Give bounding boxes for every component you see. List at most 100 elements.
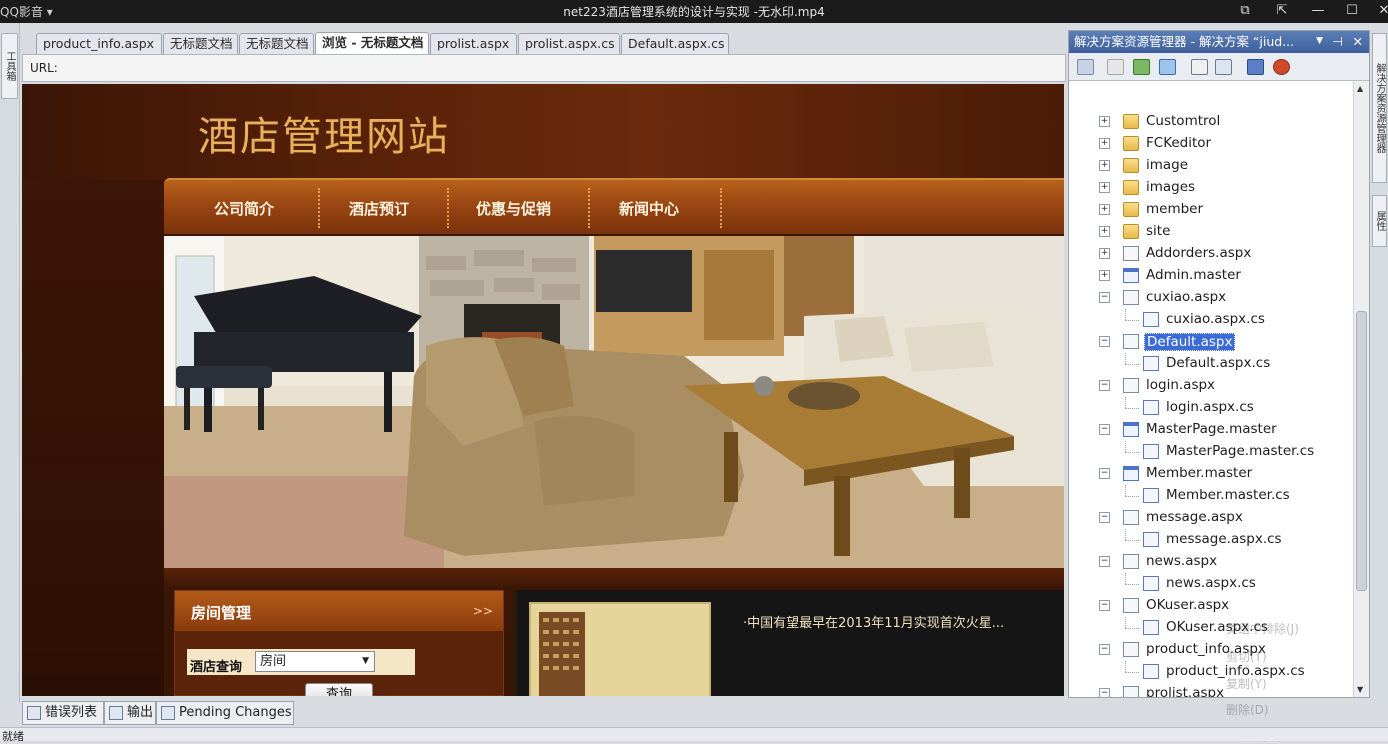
tree-folder[interactable]: + Customtrol bbox=[1069, 111, 1353, 133]
expand-icon[interactable]: + bbox=[1099, 270, 1110, 281]
news-headline[interactable]: ·中国有望最早在2013年11月实现首次火星... bbox=[743, 612, 1004, 631]
expand-icon[interactable]: + bbox=[1099, 204, 1110, 215]
pin-icon[interactable]: ⊣ bbox=[1332, 31, 1343, 52]
tab-product-info[interactable]: product_info.aspx bbox=[36, 33, 162, 54]
nav-promotions[interactable]: 优惠与促销 bbox=[476, 198, 551, 219]
collapse-icon[interactable]: − bbox=[1099, 336, 1110, 347]
tree-file[interactable]: cuxiao.aspx.cs bbox=[1069, 309, 1353, 331]
expand-icon[interactable]: + bbox=[1099, 138, 1110, 149]
tab-output[interactable]: 输出 bbox=[104, 701, 156, 725]
scroll-up-icon[interactable]: ▲ bbox=[1357, 84, 1363, 93]
nav-about[interactable]: 公司简介 bbox=[214, 198, 274, 219]
view-designer-icon[interactable] bbox=[1215, 59, 1232, 75]
tree-file[interactable]: Member.master.cs bbox=[1069, 485, 1353, 507]
toolbox-tab[interactable]: 工具箱 bbox=[1, 33, 18, 99]
more-link[interactable]: >> bbox=[473, 604, 493, 618]
copy-website-icon[interactable] bbox=[1247, 59, 1264, 75]
tree-file[interactable]: − Default.aspx bbox=[1069, 331, 1353, 353]
cs-file-icon bbox=[1143, 400, 1159, 415]
tab-prolist-cs[interactable]: prolist.aspx.cs bbox=[518, 33, 620, 54]
url-bar[interactable]: URL: bbox=[22, 54, 1066, 82]
tree-folder[interactable]: + images bbox=[1069, 177, 1353, 199]
tab-browse-untitled[interactable]: 浏览 - 无标题文档 bbox=[315, 32, 429, 54]
tree-file[interactable]: + Addorders.aspx bbox=[1069, 243, 1353, 265]
view-code-icon[interactable] bbox=[1191, 59, 1208, 75]
tree-file[interactable]: login.aspx.cs bbox=[1069, 397, 1353, 419]
room-type-select[interactable]: 房间 ▼ bbox=[255, 651, 375, 672]
error-list-icon bbox=[27, 706, 41, 720]
properties-icon[interactable] bbox=[1077, 59, 1094, 75]
collapse-icon[interactable]: − bbox=[1099, 644, 1110, 655]
tree-line bbox=[1125, 529, 1126, 540]
tree-file[interactable]: + Admin.master bbox=[1069, 265, 1353, 287]
tree-line bbox=[1125, 573, 1126, 584]
expand-icon[interactable]: + bbox=[1099, 182, 1110, 193]
tab-pending-changes[interactable]: Pending Changes bbox=[156, 701, 294, 725]
nest-files-icon[interactable] bbox=[1159, 59, 1176, 75]
tree-file[interactable]: − news.aspx bbox=[1069, 551, 1353, 573]
tree-file[interactable]: − login.aspx bbox=[1069, 375, 1353, 397]
bottom-tool-tabs: 错误列表 输出 Pending Changes bbox=[22, 700, 1066, 726]
tree-item-label: image bbox=[1146, 157, 1189, 173]
close-icon[interactable]: ✕ bbox=[1353, 31, 1363, 52]
collapse-icon[interactable]: − bbox=[1099, 556, 1110, 567]
tree-folder[interactable]: + site bbox=[1069, 221, 1353, 243]
collapse-icon[interactable]: − bbox=[1099, 600, 1110, 611]
aspx-page-icon bbox=[1123, 334, 1139, 349]
tree-line bbox=[1125, 617, 1126, 628]
tree-file[interactable]: news.aspx.cs bbox=[1069, 573, 1353, 595]
close-icon[interactable]: ✕ bbox=[1374, 1, 1388, 21]
collapse-icon[interactable]: − bbox=[1099, 380, 1110, 391]
nav-booking[interactable]: 酒店预订 bbox=[349, 198, 409, 219]
maximize-icon[interactable]: ☐ bbox=[1342, 1, 1362, 21]
tab-untitled-1[interactable]: 无标题文档 bbox=[163, 33, 238, 54]
tab-prolist[interactable]: prolist.aspx bbox=[430, 33, 517, 54]
tree-file[interactable]: − message.aspx bbox=[1069, 507, 1353, 529]
expand-icon[interactable]: + bbox=[1099, 116, 1110, 127]
room-type-value: 房间 bbox=[260, 654, 287, 669]
master-page-icon bbox=[1123, 466, 1139, 481]
cs-file-icon bbox=[1143, 356, 1159, 371]
query-box: 酒店查询 房间 ▼ bbox=[187, 649, 415, 675]
collapse-icon[interactable]: − bbox=[1099, 512, 1110, 523]
tab-error-list[interactable]: 错误列表 bbox=[22, 701, 104, 725]
properties-side-tab[interactable]: 属性 bbox=[1372, 195, 1387, 247]
tree-folder[interactable]: + member bbox=[1069, 199, 1353, 221]
nav-news[interactable]: 新闻中心 bbox=[619, 198, 679, 219]
browser-preview: 酒店管理网站 公司简介 酒店预订 优惠与促销 新闻中心 房间管理 >> 酒店查询… bbox=[22, 84, 1064, 696]
tree-file[interactable]: − Member.master bbox=[1069, 463, 1353, 485]
tree-file[interactable]: − MasterPage.master bbox=[1069, 419, 1353, 441]
minimize-icon[interactable]: — bbox=[1308, 1, 1328, 21]
tree-file[interactable]: − cuxiao.aspx bbox=[1069, 287, 1353, 309]
document-tabs: product_info.aspx 无标题文档 无标题文档 浏览 - 无标题文档… bbox=[22, 30, 1066, 54]
aspx-page-icon bbox=[1123, 598, 1139, 613]
tree-item-label: message.aspx bbox=[1146, 509, 1243, 525]
tab-untitled-2[interactable]: 无标题文档 bbox=[239, 33, 314, 54]
pin-icon[interactable]: ⇱ bbox=[1272, 1, 1292, 21]
asp-config-icon[interactable] bbox=[1273, 59, 1290, 75]
show-all-files-icon[interactable] bbox=[1107, 59, 1124, 75]
refresh-icon[interactable] bbox=[1133, 59, 1150, 75]
tree-line bbox=[1125, 496, 1139, 497]
query-button[interactable]: 查询 bbox=[305, 683, 373, 696]
cs-file-icon bbox=[1143, 576, 1159, 591]
decorative-strip bbox=[164, 568, 1064, 590]
collapse-icon[interactable]: − bbox=[1099, 424, 1110, 435]
collapse-icon[interactable]: − bbox=[1099, 468, 1110, 479]
tree-folder[interactable]: + FCKeditor bbox=[1069, 133, 1353, 155]
site-nav: 公司简介 酒店预订 优惠与促销 新闻中心 bbox=[164, 178, 1064, 234]
dropdown-icon[interactable]: ▼ bbox=[1316, 31, 1323, 52]
solution-explorer-side-tab[interactable]: 解决方案资源管理器 bbox=[1372, 33, 1387, 183]
tab-default-cs[interactable]: Default.aspx.cs bbox=[621, 33, 729, 54]
mini-mode-icon[interactable]: ⧉ bbox=[1235, 1, 1255, 21]
expand-icon[interactable]: + bbox=[1099, 160, 1110, 171]
expand-icon[interactable]: + bbox=[1099, 248, 1110, 259]
expand-icon[interactable]: + bbox=[1099, 226, 1110, 237]
collapse-icon[interactable]: − bbox=[1099, 688, 1110, 697]
scrollbar-thumb[interactable] bbox=[1356, 311, 1367, 591]
tree-folder[interactable]: + image bbox=[1069, 155, 1353, 177]
tree-file[interactable]: MasterPage.master.cs bbox=[1069, 441, 1353, 463]
collapse-icon[interactable]: − bbox=[1099, 292, 1110, 303]
tree-file[interactable]: Default.aspx.cs bbox=[1069, 353, 1353, 375]
tree-file[interactable]: message.aspx.cs bbox=[1069, 529, 1353, 551]
